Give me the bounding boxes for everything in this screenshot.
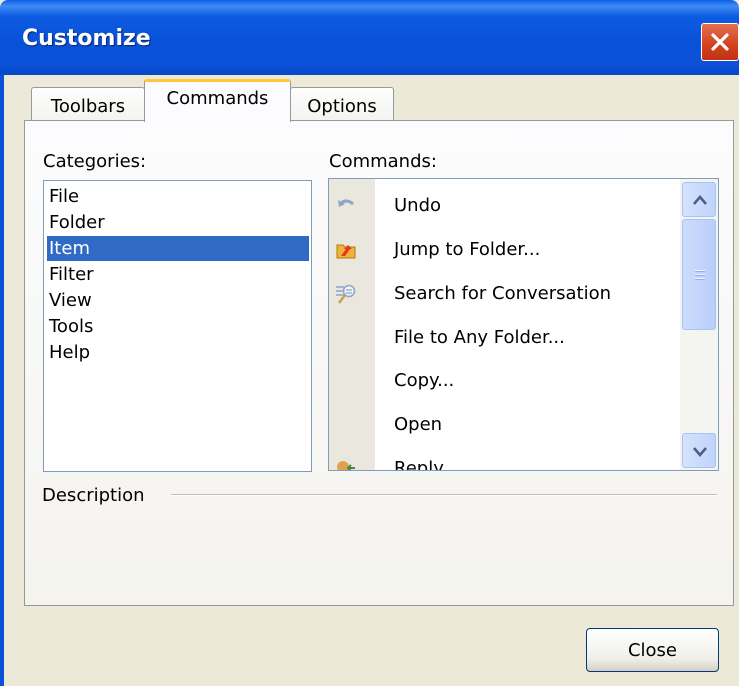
close-icon bbox=[711, 33, 729, 51]
tab-commands-label: Commands bbox=[166, 88, 269, 109]
close-button[interactable]: Close bbox=[586, 628, 719, 672]
command-item-undo[interactable]: Undo bbox=[329, 184, 679, 228]
command-item-jump-to-folder[interactable]: Jump to Folder... bbox=[329, 228, 679, 272]
list-item[interactable]: Folder bbox=[47, 210, 309, 235]
list-item[interactable]: File bbox=[47, 184, 309, 209]
tab-toolbars[interactable]: Toolbars bbox=[31, 87, 145, 121]
list-item-selected[interactable]: Item bbox=[47, 236, 309, 261]
tab-options-label: Options bbox=[307, 96, 377, 117]
tab-commands[interactable]: Commands bbox=[144, 79, 291, 122]
undo-icon bbox=[338, 199, 354, 207]
commands-label: Commands: bbox=[329, 151, 437, 172]
command-label: Open bbox=[394, 414, 443, 435]
close-window-button[interactable] bbox=[701, 23, 739, 61]
thumb-grip bbox=[695, 270, 705, 272]
command-label: File to Any Folder... bbox=[394, 327, 565, 348]
thumb-grip bbox=[695, 274, 705, 276]
command-label: Undo bbox=[394, 195, 442, 216]
command-item-file-to-any-folder[interactable]: File to Any Folder... bbox=[329, 316, 679, 360]
window-title: Customize bbox=[22, 26, 151, 51]
reply-icon bbox=[337, 461, 355, 470]
command-label: Reply bbox=[394, 458, 444, 471]
title-bar[interactable]: Customize bbox=[0, 0, 739, 75]
tab-panel-commands: Categories: Commands: File Folder Item F… bbox=[24, 120, 734, 606]
categories-label: Categories: bbox=[43, 151, 147, 172]
command-item-search-conversation[interactable]: Search for Conversation bbox=[329, 272, 679, 316]
command-item-reply[interactable]: Reply bbox=[329, 447, 679, 471]
categories-list[interactable]: File Folder Item Filter View Tools Help bbox=[43, 180, 312, 472]
command-item-open[interactable]: Open bbox=[329, 403, 679, 447]
window-frame-left bbox=[0, 75, 4, 686]
description-label: Description bbox=[42, 485, 145, 506]
description-divider bbox=[171, 494, 717, 496]
command-label: Copy... bbox=[394, 370, 455, 391]
tab-toolbars-label: Toolbars bbox=[50, 96, 126, 117]
search-conversation-icon bbox=[336, 284, 356, 304]
chevron-down-icon bbox=[693, 447, 707, 457]
scroll-down-button[interactable] bbox=[682, 433, 716, 468]
jump-to-folder-icon bbox=[336, 244, 356, 259]
chevron-up-icon bbox=[693, 195, 707, 205]
scroll-thumb[interactable] bbox=[682, 219, 716, 330]
command-label: Jump to Folder... bbox=[394, 239, 541, 260]
customize-dialog: Customize Toolbars Commands Options Cate… bbox=[0, 0, 739, 686]
command-label: Search for Conversation bbox=[394, 283, 612, 304]
commands-list[interactable]: Undo Jump to Folder... Search for Conver… bbox=[328, 178, 719, 471]
scroll-up-button[interactable] bbox=[682, 182, 716, 217]
tab-options[interactable]: Options bbox=[290, 87, 394, 121]
list-item[interactable]: Filter bbox=[47, 262, 309, 287]
list-item[interactable]: View bbox=[47, 288, 309, 313]
list-item[interactable]: Help bbox=[47, 340, 309, 365]
thumb-grip bbox=[695, 278, 705, 280]
commands-scrollbar[interactable] bbox=[680, 179, 718, 470]
list-item[interactable]: Tools bbox=[47, 314, 309, 339]
command-item-copy[interactable]: Copy... bbox=[329, 359, 679, 403]
